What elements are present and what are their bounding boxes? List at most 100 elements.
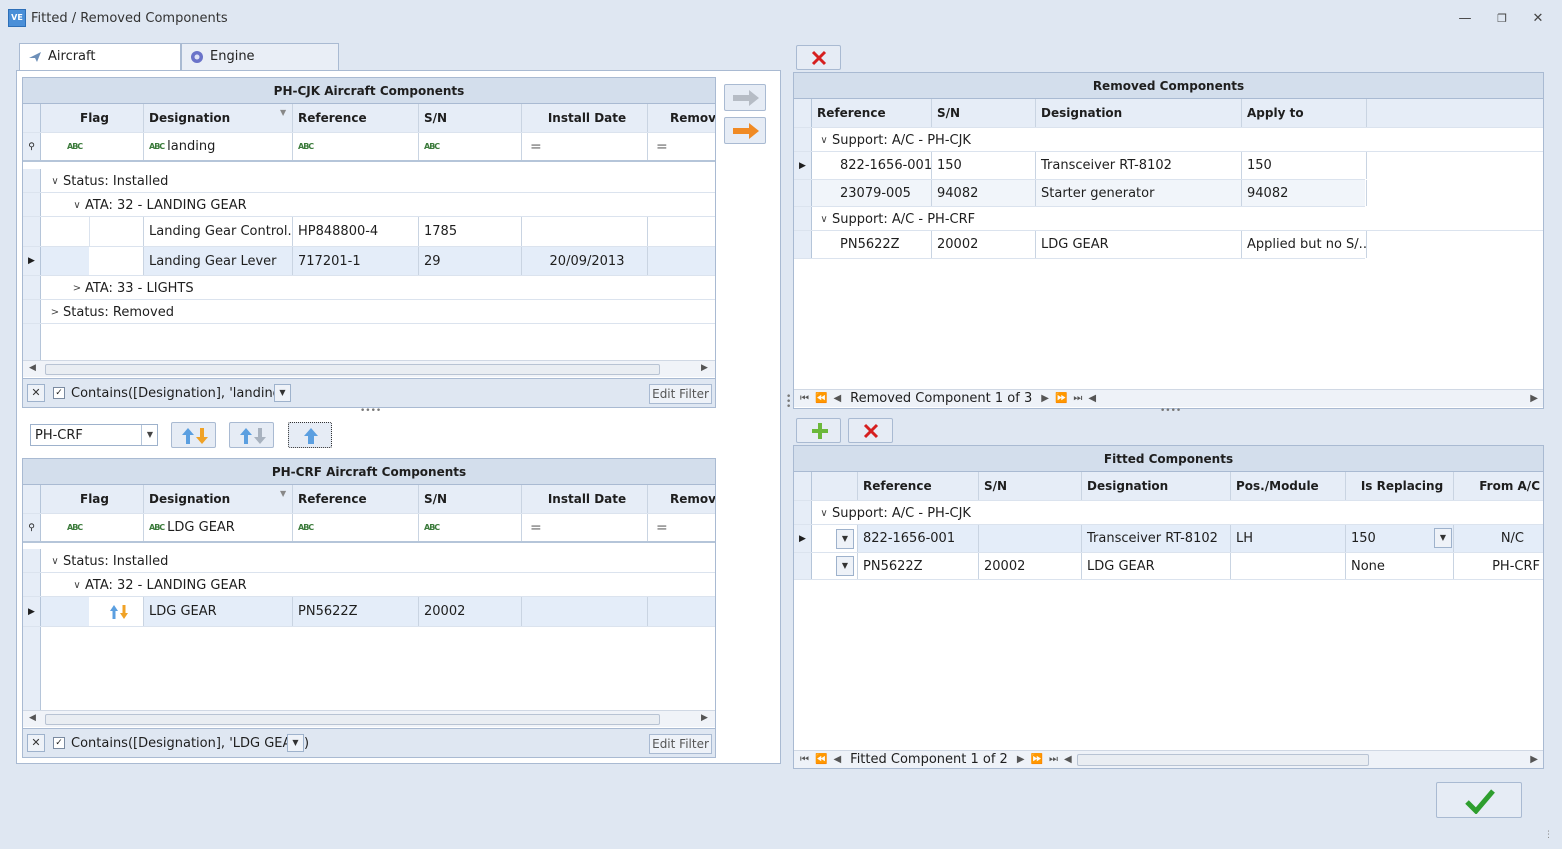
chevron-down-icon[interactable]: ∨ — [816, 214, 832, 225]
move-up-down-button[interactable] — [229, 422, 274, 448]
last-record-icon[interactable]: ⏭ — [1070, 393, 1085, 404]
first-record-icon[interactable]: ⏮ — [797, 754, 812, 765]
table-row[interactable]: 23079-005 94082 Starter generator 94082 — [794, 180, 1367, 207]
flag-filter-cell[interactable]: ABC — [41, 133, 144, 160]
confirm-button[interactable] — [1436, 782, 1522, 818]
scroll-left-icon[interactable]: ◀ — [29, 363, 36, 373]
prev-page-icon[interactable]: ⏪ — [812, 754, 830, 765]
col-reference[interactable]: Reference — [293, 485, 419, 513]
col-install-date[interactable]: Install Date — [522, 485, 648, 513]
move-right-disabled-button[interactable] — [724, 84, 766, 111]
col-sn[interactable]: S/N — [932, 99, 1036, 127]
horizontal-scrollbar[interactable]: ◀ ▶ — [23, 710, 715, 727]
clear-filter-button[interactable]: ✕ — [27, 384, 45, 402]
col-sn[interactable]: S/N — [979, 472, 1082, 500]
horizontal-scrollbar[interactable]: ◀ ▶ — [23, 360, 715, 377]
removal-filter-cell[interactable]: = — [648, 133, 715, 160]
sn-filter-cell[interactable]: ABC — [419, 514, 522, 541]
last-record-icon[interactable]: ⏭ — [1046, 754, 1061, 765]
next-page-icon[interactable]: ⏩ — [1028, 754, 1046, 765]
table-row[interactable]: ▶ 822-1656-001 150 Transceiver RT-8102 1… — [794, 152, 1367, 180]
reference-filter-cell[interactable]: ABC — [293, 133, 419, 160]
table-row[interactable]: ▶ Landing Gear Lever 717201-1 29 20/09/2… — [23, 247, 715, 276]
next-record-icon[interactable]: ▶ — [1014, 754, 1028, 765]
col-designation[interactable]: Designation — [144, 485, 293, 513]
group-row-ata33[interactable]: > ATA: 33 - LIGHTS — [23, 276, 715, 300]
group-row-installed[interactable]: ∨ Status: Installed — [23, 169, 715, 193]
install-filter-cell[interactable]: = — [522, 514, 648, 541]
chevron-down-icon[interactable]: ▼ — [141, 425, 158, 445]
designation-filter-cell[interactable]: ABC LDG GEAR — [144, 514, 293, 541]
delete-fitted-button[interactable] — [848, 418, 893, 443]
col-removal-date[interactable]: Removal Da — [648, 104, 715, 132]
filter-dropdown-button[interactable]: ▼ — [274, 384, 291, 402]
chevron-down-icon[interactable]: ▼ — [1434, 528, 1452, 548]
group-row-ph-cjk[interactable]: ∨ Support: A/C - PH-CJK — [794, 128, 1543, 152]
prev-record-icon[interactable]: ◀ — [830, 754, 844, 765]
group-row-ata32[interactable]: ∨ ATA: 32 - LANDING GEAR — [23, 573, 715, 597]
col-install-date[interactable]: Install Date — [522, 104, 648, 132]
col-reference[interactable]: Reference — [858, 472, 979, 500]
group-row-installed[interactable]: ∨ Status: Installed — [23, 549, 715, 573]
group-row-removed[interactable]: > Status: Removed — [23, 300, 715, 324]
scroll-thumb[interactable] — [45, 364, 660, 375]
scroll-left-icon[interactable]: ◀ — [1085, 393, 1099, 404]
filter-enable-checkbox[interactable]: ✓ — [53, 737, 65, 749]
table-row[interactable]: ▶ LDG GEAR PN5622Z 20002 — [23, 597, 715, 627]
col-sn[interactable]: S/N — [419, 104, 522, 132]
flag-filter-cell[interactable]: ABC — [41, 514, 144, 541]
sn-filter-cell[interactable]: ABC — [419, 133, 522, 160]
table-row[interactable]: ▶ ▼ 822-1656-001 Transceiver RT-8102 LH … — [794, 525, 1543, 553]
group-row-ph-crf[interactable]: ∨ Support: A/C - PH-CRF — [794, 207, 1543, 231]
replacing-select[interactable]: 150 ▼ — [1346, 525, 1454, 552]
chevron-right-icon[interactable]: > — [69, 283, 85, 294]
col-flag[interactable]: Flag — [41, 104, 144, 132]
swap-button[interactable] — [171, 422, 216, 448]
scroll-right-icon[interactable]: ▶ — [701, 713, 708, 723]
tab-aircraft-components[interactable]: Aircraft Components — [19, 43, 181, 90]
expand-dropdown-button[interactable]: ▼ — [836, 528, 854, 549]
close-icon[interactable]: ✕ — [1528, 10, 1548, 28]
chevron-down-icon[interactable]: ∨ — [816, 508, 832, 519]
expand-dropdown-button[interactable]: ▼ — [836, 556, 854, 576]
minimize-icon[interactable]: — — [1455, 10, 1475, 28]
scroll-right-icon[interactable]: ▶ — [1527, 754, 1541, 765]
col-designation[interactable]: Designation — [144, 104, 293, 132]
col-sn[interactable]: S/N — [419, 485, 522, 513]
aircraft-select[interactable]: PH-CRF ▼ — [30, 424, 158, 446]
table-row[interactable]: Landing Gear Control... HP848800-4 1785 — [23, 217, 715, 247]
col-designation[interactable]: Designation — [1082, 472, 1231, 500]
filter-enable-checkbox[interactable]: ✓ — [53, 387, 65, 399]
col-removal-date[interactable]: Removal Da — [648, 485, 715, 513]
chevron-down-icon[interactable]: ∨ — [816, 135, 832, 146]
col-from-ac[interactable]: From A/C — [1454, 472, 1543, 500]
scroll-right-icon[interactable]: ▶ — [1527, 393, 1541, 404]
edit-filter-button[interactable]: Edit Filter — [649, 384, 712, 404]
scroll-thumb[interactable] — [45, 714, 660, 725]
next-page-icon[interactable]: ⏩ — [1052, 393, 1070, 404]
col-designation[interactable]: Designation — [1036, 99, 1242, 127]
table-row[interactable]: PN5622Z 20002 LDG GEAR Applied but no S/… — [794, 231, 1367, 259]
col-apply-to[interactable]: Apply to — [1242, 99, 1367, 127]
splitter-grip[interactable]: •••• — [1160, 406, 1181, 416]
table-row[interactable]: ▼ PN5622Z 20002 LDG GEAR None PH-CRF — [794, 553, 1543, 580]
prev-page-icon[interactable]: ⏪ — [812, 393, 830, 404]
col-is-replacing[interactable]: Is Replacing — [1346, 472, 1454, 500]
designation-filter-cell[interactable]: ABC landing — [144, 133, 293, 160]
group-row-ph-cjk[interactable]: ∨ Support: A/C - PH-CJK — [794, 501, 1543, 525]
col-pos-module[interactable]: Pos./Module — [1231, 472, 1346, 500]
first-record-icon[interactable]: ⏮ — [797, 393, 812, 404]
chevron-right-icon[interactable]: > — [47, 307, 63, 318]
filter-icon[interactable]: ▼ — [280, 108, 286, 117]
maximize-icon[interactable]: ❐ — [1492, 10, 1512, 28]
group-row-ata32[interactable]: ∨ ATA: 32 - LANDING GEAR — [23, 193, 715, 217]
chevron-down-icon[interactable]: ∨ — [69, 200, 85, 211]
tab-engine-components[interactable]: Engine Components — [181, 43, 339, 90]
col-flag[interactable]: Flag — [41, 485, 144, 513]
next-record-icon[interactable]: ▶ — [1038, 393, 1052, 404]
scroll-left-icon[interactable]: ◀ — [1061, 754, 1075, 765]
delete-removed-button[interactable] — [796, 45, 841, 70]
splitter-grip[interactable]: •••• — [360, 406, 381, 416]
move-right-button[interactable] — [724, 117, 766, 144]
chevron-down-icon[interactable]: ∨ — [69, 580, 85, 591]
